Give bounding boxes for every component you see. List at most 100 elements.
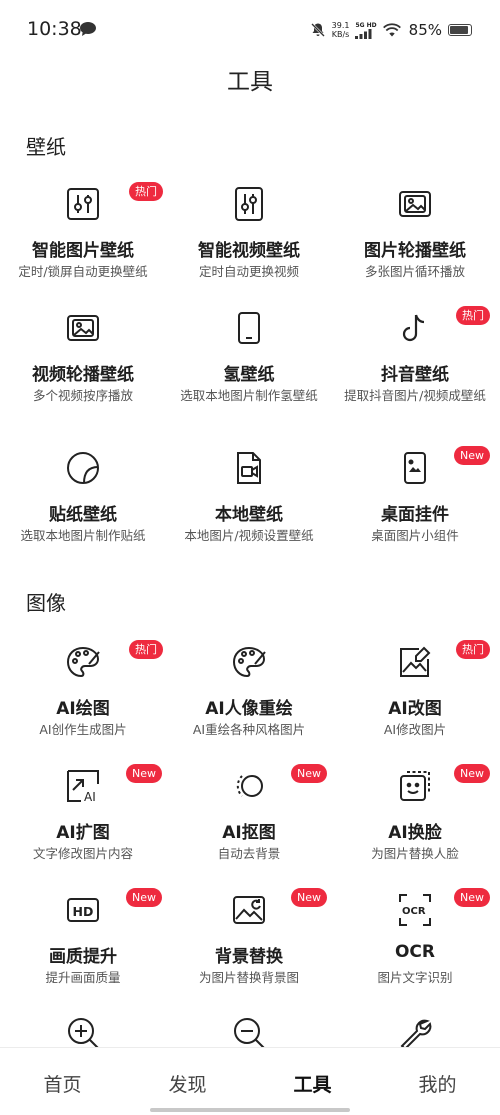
status-bar: 10:38 39.1 KB/s 5G HD 85% (0, 0, 500, 60)
tab-home[interactable]: 首页 (0, 1070, 125, 1097)
tool-ai-face-swap[interactable]: New AI换脸 为图片替换人脸 (332, 764, 498, 876)
tool-ai-image-edit[interactable]: 热门 AI改图 AI修改图片 (332, 640, 498, 752)
new-badge: New (126, 888, 162, 907)
hot-badge: 热门 (129, 640, 163, 659)
mute-bell-icon (310, 23, 325, 37)
svg-text:HD: HD (73, 904, 94, 919)
signal-icon (355, 28, 372, 39)
phone-icon (229, 308, 269, 348)
network-speed: 39.1 KB/s (331, 21, 350, 39)
phone-widget-icon (395, 448, 435, 488)
tab-discover[interactable]: 发现 (125, 1070, 250, 1097)
item-desc: 为图片替换人脸 (371, 846, 459, 861)
item-desc: 定时/锁屏自动更换壁纸 (18, 264, 148, 279)
item-desc: 定时自动更换视频 (198, 264, 299, 279)
item-desc: AI重绘各种风格图片 (192, 722, 306, 737)
cutout-icon (229, 766, 269, 806)
tool-hydrogen-wallpaper[interactable]: 氢壁纸 选取本地图片制作氢壁纸 (166, 308, 332, 428)
status-time: 10:38 (27, 18, 82, 40)
item-desc: AI修改图片 (383, 722, 447, 737)
item-desc: 桌面图片小组件 (371, 528, 459, 543)
svg-text:AI: AI (84, 790, 96, 804)
ocr-icon: OCR (395, 890, 435, 930)
tool-sticker-wallpaper[interactable]: 贴纸壁纸 选取本地图片制作贴纸 (0, 448, 166, 558)
item-label: AI换脸 (388, 823, 442, 843)
tiktok-icon (395, 308, 435, 348)
home-indicator[interactable] (150, 1108, 350, 1112)
item-label: OCR (394, 942, 436, 962)
hot-badge: 热门 (456, 306, 490, 325)
tool-wrench[interactable] (332, 1013, 498, 1051)
section-title-wallpaper: 壁纸 (26, 135, 66, 159)
section-title-image: 图像 (26, 591, 66, 615)
tool-zoom-in[interactable] (0, 1013, 166, 1049)
item-label: 智能图片壁纸 (32, 241, 134, 261)
network-type: 5G HD (355, 21, 377, 29)
tool-desktop-widget[interactable]: New 桌面挂件 桌面图片小组件 (332, 446, 498, 558)
item-label: AI绘图 (56, 699, 110, 719)
tool-ocr[interactable]: OCR New OCR 图片文字识别 (332, 888, 498, 1000)
item-label: 背景替换 (215, 947, 283, 967)
item-label: 桌面挂件 (381, 505, 449, 525)
palette-icon (63, 642, 103, 682)
item-label: AI扩图 (56, 823, 110, 843)
item-label: 氢壁纸 (223, 365, 275, 385)
ai-expand-icon: AI (63, 766, 103, 806)
new-badge: New (126, 764, 162, 783)
tool-ai-drawing[interactable]: 热门 AI绘图 AI创作生成图片 (0, 640, 166, 752)
sliders-icon (229, 184, 269, 224)
item-label: 画质提升 (49, 947, 117, 967)
tool-zoom-out[interactable] (166, 1013, 332, 1049)
new-badge: New (291, 888, 327, 907)
item-desc: 自动去背景 (217, 846, 281, 861)
tool-image-carousel-wallpaper[interactable]: 图片轮播壁纸 多张图片循环播放 (332, 184, 498, 294)
tool-ai-expand[interactable]: AI New AI扩图 文字修改图片内容 (0, 764, 166, 876)
item-label: 智能视频壁纸 (198, 241, 300, 261)
image-stack-icon (63, 308, 103, 348)
tab-mine[interactable]: 我的 (375, 1070, 500, 1097)
sticker-icon (63, 448, 103, 488)
tool-background-replace[interactable]: New 背景替换 为图片替换背景图 (166, 888, 332, 1000)
bottom-tab-bar: 首页 发现 工具 我的 (0, 1047, 500, 1115)
item-label: AI人像重绘 (205, 699, 293, 719)
wifi-icon (382, 23, 401, 37)
item-desc: 选取本地图片制作氢壁纸 (180, 388, 318, 403)
message-icon (80, 22, 96, 36)
face-swap-icon (395, 766, 435, 806)
new-badge: New (454, 446, 490, 465)
status-icons: 39.1 KB/s 5G HD 85% (310, 17, 472, 43)
background-replace-icon (229, 890, 269, 930)
tool-quality-enhance[interactable]: HD New 画质提升 提升画面质量 (0, 888, 166, 1000)
hot-badge: 热门 (456, 640, 490, 659)
item-label: 抖音壁纸 (381, 365, 449, 385)
svg-text:OCR: OCR (402, 906, 426, 917)
page-title: 工具 (227, 69, 273, 95)
hot-badge: 热门 (129, 182, 163, 201)
item-desc: 图片文字识别 (377, 970, 453, 985)
item-desc: 选取本地图片制作贴纸 (20, 528, 146, 543)
item-desc: 为图片替换背景图 (198, 970, 299, 985)
item-desc: 多张图片循环播放 (364, 264, 465, 279)
tool-ai-cutout[interactable]: New AI抠图 自动去背景 (166, 764, 332, 876)
item-desc: AI创作生成图片 (39, 722, 127, 737)
item-label: 图片轮播壁纸 (364, 241, 466, 261)
item-desc: 文字修改图片内容 (32, 846, 133, 861)
tool-local-wallpaper[interactable]: 本地壁纸 本地图片/视频设置壁纸 (166, 448, 332, 558)
item-desc: 提升画面质量 (45, 970, 121, 985)
item-desc: 多个视频按序播放 (32, 388, 133, 403)
image-edit-icon (395, 642, 435, 682)
item-label: AI抠图 (222, 823, 276, 843)
cellular-signal: 5G HD (355, 21, 377, 39)
tool-douyin-wallpaper[interactable]: 热门 抖音壁纸 提取抖音图片/视频成壁纸 (332, 306, 498, 428)
new-badge: New (454, 888, 490, 907)
video-file-icon (229, 448, 269, 488)
item-label: 视频轮播壁纸 (32, 365, 134, 385)
hd-icon: HD (63, 890, 103, 930)
tool-smart-image-wallpaper[interactable]: 热门 智能图片壁纸 定时/锁屏自动更换壁纸 (0, 182, 166, 294)
battery-icon (448, 24, 472, 36)
tool-smart-video-wallpaper[interactable]: 智能视频壁纸 定时自动更换视频 (166, 184, 332, 294)
tool-ai-portrait-redraw[interactable]: AI人像重绘 AI重绘各种风格图片 (166, 642, 332, 752)
tab-tools[interactable]: 工具 (250, 1070, 375, 1097)
tool-video-carousel-wallpaper[interactable]: 视频轮播壁纸 多个视频按序播放 (0, 308, 166, 428)
image-stack-icon (395, 184, 435, 224)
